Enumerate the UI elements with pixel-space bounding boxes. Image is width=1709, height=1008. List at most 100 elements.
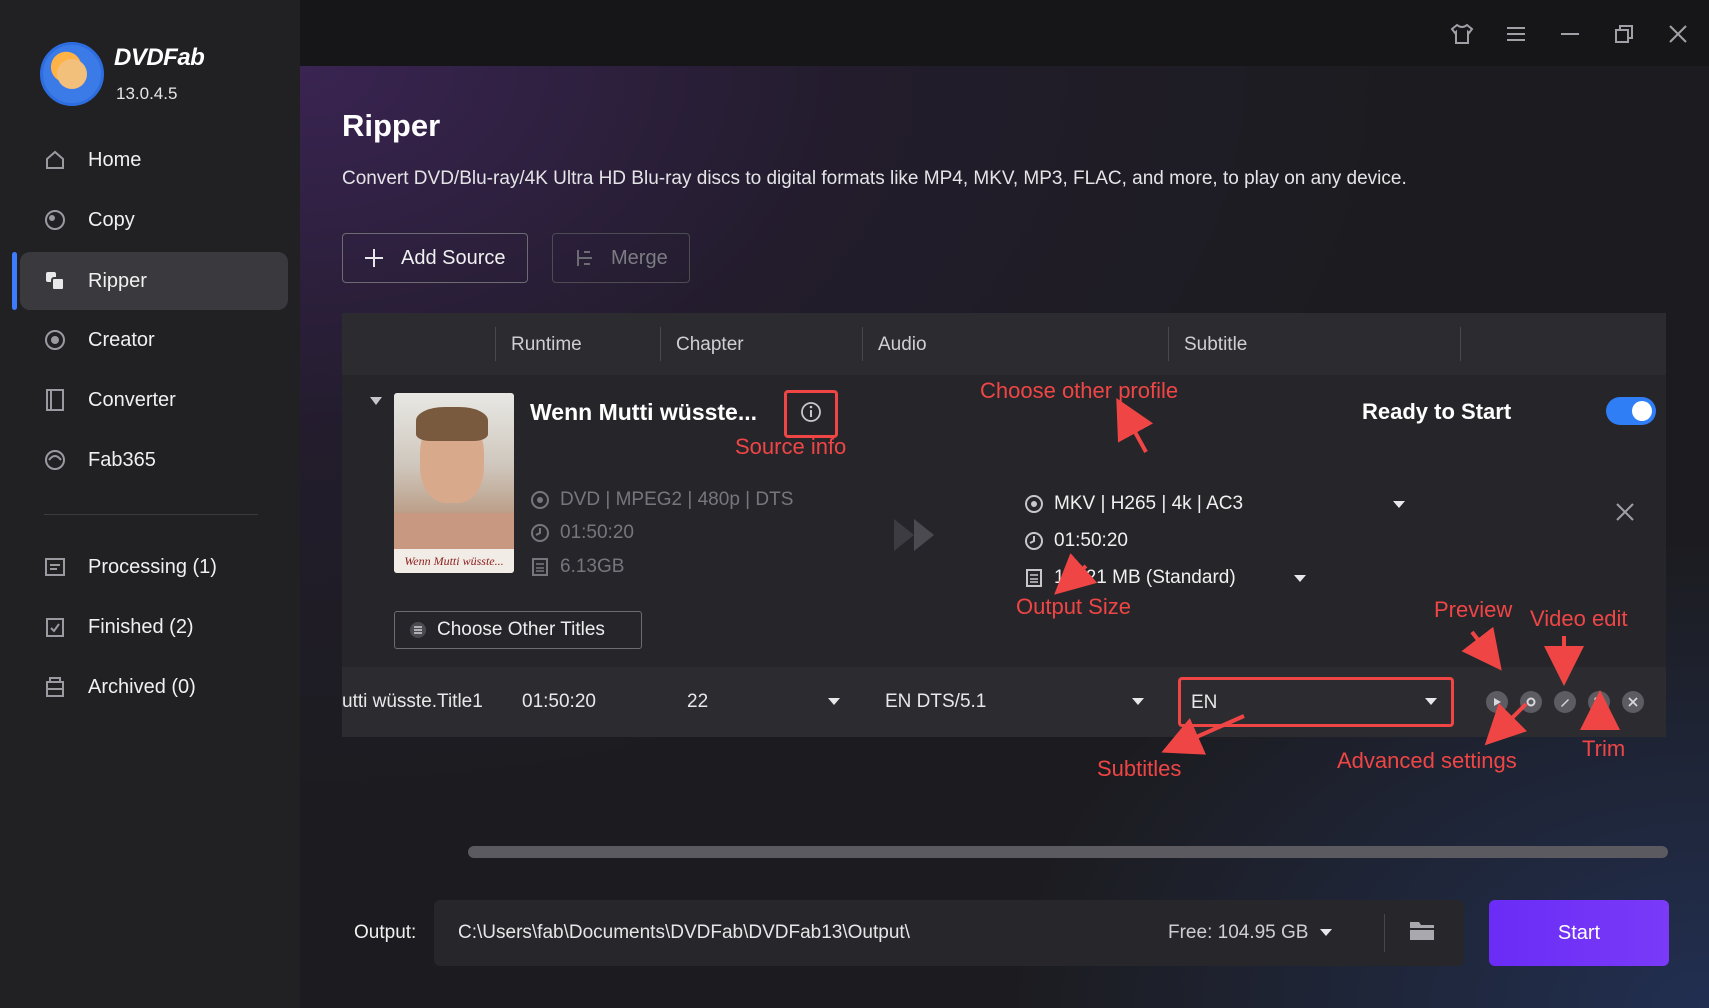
clock-icon [1024,531,1044,551]
file-size-icon [530,557,550,577]
free-space-text: Free: 104.95 GB [1168,922,1309,943]
source-size: 6.13GB [560,556,625,577]
nav-copy[interactable]: Copy [20,191,288,249]
output-path: C:\Users\fab\Documents\DVDFab\DVDFab13\O… [458,922,910,943]
fab365-icon [42,447,68,473]
page-title: Ripper [342,108,441,143]
info-icon [800,401,822,428]
header-chapter: Chapter [676,334,744,355]
row-audio[interactable]: EN DTS/5.1 [885,691,986,713]
table-header: Runtime Chapter Audio Subtitle [342,313,1666,375]
profile-dropdown-caret[interactable] [1393,501,1405,508]
nav-fab365[interactable]: Fab365 [20,431,288,489]
remove-item-icon[interactable] [1614,501,1638,525]
profile-icon [1024,494,1044,514]
nav-home-label: Home [88,148,142,171]
folder-icon[interactable] [1408,918,1438,948]
add-source-button[interactable]: Add Source [342,233,528,283]
restore-icon[interactable] [1608,18,1640,50]
profile-size-row[interactable]: 16021 MB (Standard) [1024,567,1236,589]
close-icon[interactable] [1662,18,1694,50]
ready-status: Ready to Start [1362,399,1512,424]
row-title-name: utti wüsste.Title1 [342,691,483,712]
processing-icon [42,554,68,580]
brand-name: DVDFab [114,44,205,71]
movie-thumbnail: Wenn Mutti wüsste... [394,393,514,573]
free-space-select[interactable]: Free: 104.95 GB [1168,922,1332,944]
trim-button[interactable] [1588,691,1610,713]
clock-icon [530,523,550,543]
merge-icon [573,247,595,269]
ready-toggle[interactable] [1606,397,1656,425]
nav-finished-label: Finished (2) [88,615,194,638]
creator-icon [42,327,68,353]
thumbnail-caption: Wenn Mutti wüsste... [394,549,514,573]
remove-title-button[interactable] [1622,691,1644,713]
profile-format: MKV | H265 | 4k | AC3 [1054,493,1244,514]
list-icon [409,621,427,639]
nav-finished[interactable]: Finished (2) [20,598,288,656]
audio-dropdown-caret[interactable] [1132,698,1144,705]
disc-icon [530,490,550,510]
file-size-icon [1024,568,1044,588]
nav-home[interactable]: Home [20,131,288,189]
minimize-icon[interactable] [1554,18,1586,50]
video-edit-button[interactable] [1554,691,1576,713]
ripper-icon [42,268,68,294]
nav-processing-label: Processing (1) [88,555,217,578]
output-label: Output: [354,922,417,943]
size-dropdown-caret[interactable] [1294,575,1306,582]
converter-icon [42,387,68,413]
app-version: 13.0.4.5 [116,84,178,103]
sidebar-divider [44,514,258,515]
profile-size: 16021 MB (Standard) [1054,567,1236,588]
subtitle-select[interactable]: EN [1178,677,1454,727]
archived-icon [42,674,68,700]
dvdfab-logo [40,42,104,106]
add-source-label: Add Source [401,246,506,269]
merge-button[interactable]: Merge [552,233,690,283]
source-info-button[interactable] [784,390,838,438]
nav-converter[interactable]: Converter [20,371,288,429]
row-chapter[interactable]: 22 [687,691,708,713]
page-description: Convert DVD/Blu-ray/4K Ultra HD Blu-ray … [342,168,1407,189]
plus-icon [363,247,385,269]
start-button[interactable]: Start [1489,900,1669,966]
output-path-box[interactable]: C:\Users\fab\Documents\DVDFab\DVDFab13\O… [434,900,1464,966]
titlebar [300,0,1709,66]
nav-copy-label: Copy [88,208,135,231]
nav-ripper[interactable]: Ripper [20,252,288,310]
menu-icon[interactable] [1500,18,1532,50]
source-duration-row: 01:50:20 [530,522,634,544]
source-format-row: DVD | MPEG2 | 480p | DTS [530,489,793,511]
nav-fab365-label: Fab365 [88,448,156,471]
header-runtime: Runtime [511,334,582,355]
nav-archived-label: Archived (0) [88,675,196,698]
choose-other-titles-label: Choose Other Titles [437,619,605,640]
source-size-row: 6.13GB [530,556,624,578]
profile-duration: 01:50:20 [1054,530,1128,551]
free-space-caret [1319,929,1332,937]
copy-icon [42,207,68,233]
profile-duration-row: 01:50:20 [1024,530,1128,552]
shirt-icon[interactable] [1446,18,1478,50]
collapse-toggle[interactable] [370,397,382,405]
nav-archived[interactable]: Archived (0) [20,658,288,716]
convert-arrow-icon [890,517,946,558]
header-subtitle: Subtitle [1184,334,1248,355]
choose-other-titles-button[interactable]: Choose Other Titles [394,611,642,649]
nav-creator[interactable]: Creator [20,311,288,369]
main-panel: Ripper Convert DVD/Blu-ray/4K Ultra HD B… [300,66,1709,1008]
nav-processing[interactable]: Processing (1) [20,538,288,596]
nav-creator-label: Creator [88,328,155,351]
source-duration: 01:50:20 [560,522,634,543]
advanced-settings-button[interactable] [1520,691,1542,713]
preview-button[interactable] [1486,691,1508,713]
profile-format-row[interactable]: MKV | H265 | 4k | AC3 [1024,493,1243,515]
movie-title: Wenn Mutti wüsste... [530,399,758,425]
subtitle-dropdown-caret[interactable] [1425,698,1437,705]
chapter-dropdown-caret[interactable] [828,698,840,705]
nav-converter-label: Converter [88,388,176,411]
horizontal-scrollbar[interactable] [468,846,1668,858]
sidebar: DVDFab 13.0.4.5 Home Copy Ripper Creator… [0,0,300,1008]
